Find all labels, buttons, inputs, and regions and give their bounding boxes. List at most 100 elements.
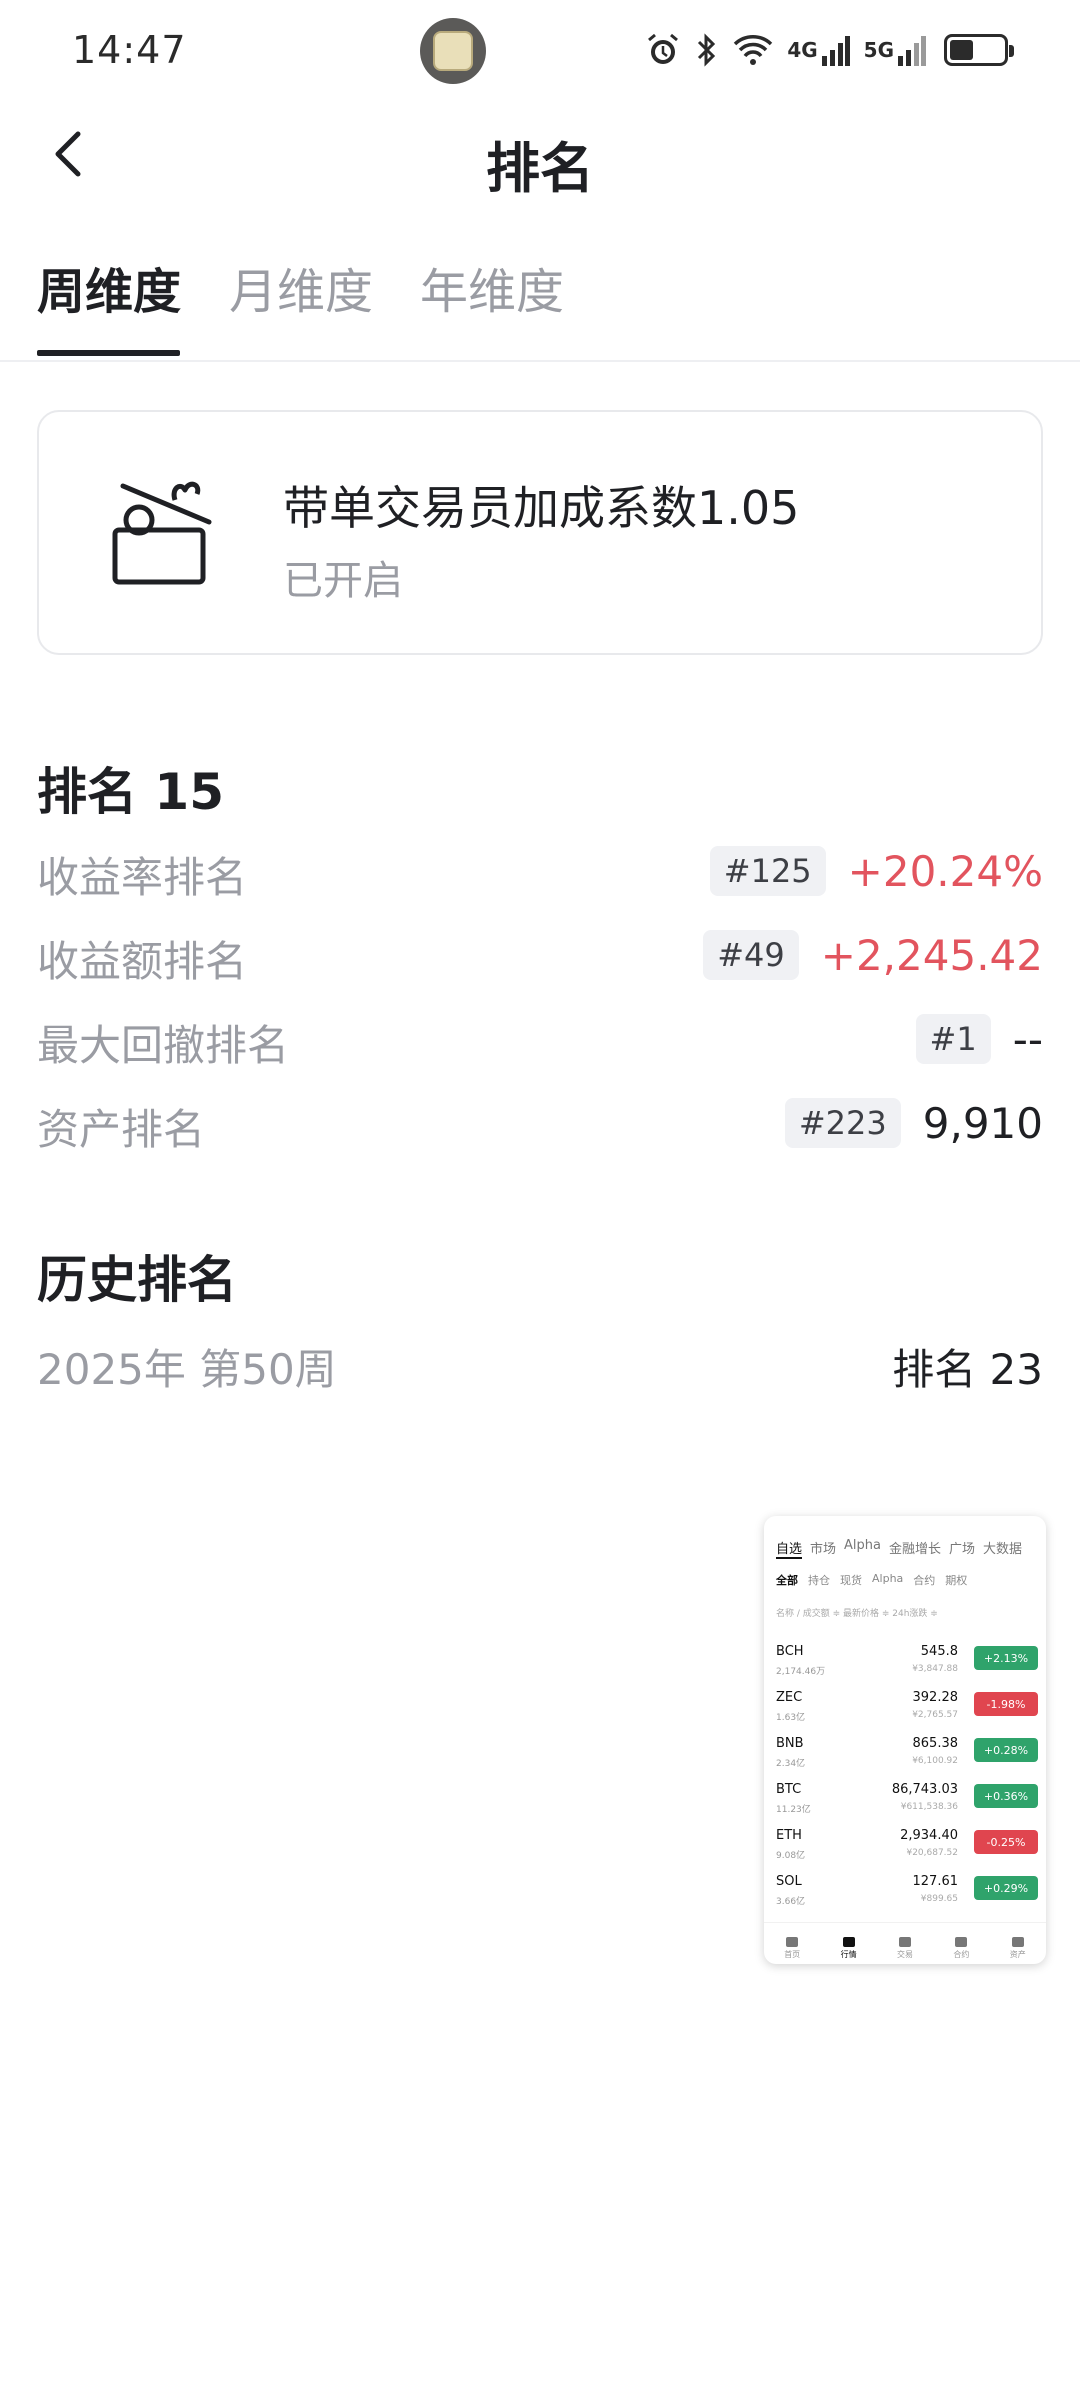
battery-icon [944,30,1014,70]
preview-symbol: BTC [776,1782,802,1797]
preview-price: 865.38 [912,1736,959,1751]
preview-volume: 11.23亿 [776,1805,811,1815]
page-title: 排名 [486,137,594,200]
preview-tab-label: 行情 [840,1950,857,1959]
preview-sub-item: 持仓 [808,1574,830,1587]
rank-badge: #49 [703,930,799,980]
tab-yearly[interactable]: 年维度 [420,252,564,322]
preview-symbol: BNB [776,1736,804,1751]
preview-cny: ¥6,100.92 [912,1756,958,1766]
preview-volume: 1.63亿 [776,1713,806,1723]
metric-value: 9,910 [922,1098,1043,1148]
status-icons: 4G 5G [645,30,1014,70]
preview-sub-item: 合约 [913,1574,936,1587]
preview-change: +0.29% [974,1876,1038,1900]
metric-row-return-amount: 收益额排名 #49 +2,245.42 [37,920,1043,990]
preview-tab-home: 首页 [784,1937,800,1960]
gift-box-icon [112,481,212,585]
preview-tab-label: 首页 [784,1950,801,1959]
rank-badge: #1 [915,1014,991,1064]
bonus-title: 带单交易员加成系数1.05 [283,481,800,535]
preview-nav-item: 市场 [810,1542,837,1557]
preview-nav-item: 大数据 [983,1542,1023,1557]
ranking-heading: 排名 15 [37,763,224,821]
preview-nav-item: 广场 [949,1542,976,1557]
preview-change: +2.13% [974,1646,1038,1670]
metric-label: 最大回撤排名 [37,1021,290,1070]
metric-value: -- [1012,1014,1043,1064]
preview-change: +0.36% [974,1784,1038,1808]
preview-symbol: SOL [776,1874,802,1889]
metric-row-max-drawdown: 最大回撤排名 #1 -- [37,1004,1043,1074]
nav-header: 排名 [0,100,1080,220]
signal-4g-icon: 4G [787,30,850,70]
history-heading: 历史排名 [37,1251,237,1309]
preview-symbol: ZEC [776,1690,803,1705]
app-notification-icon [420,18,486,84]
preview-symbol: ETH [776,1828,802,1843]
preview-table-header: 名称 / 成交额 ≑ 最新价格 ≑ 24h涨跌 ≑ [776,1609,938,1619]
bluetooth-icon [695,30,719,70]
metric-label: 收益额排名 [37,937,248,986]
preview-sub-nav: 全部 持仓 现货 Alpha 合约 期权 [776,1572,1038,1588]
rank-badge: #223 [784,1098,901,1148]
preview-row: BCH 2,174.46万 545.8 ¥3,847.88 +2.13% [776,1642,1038,1684]
floating-app-preview[interactable]: 自选 市场 Alpha 金融增长 广场 大数据 全部 持仓 现货 Alpha 合… [764,1516,1046,1964]
history-period: 2025年 第50周 [37,1345,337,1394]
active-tab-indicator [37,350,180,356]
preview-tab-label: 交易 [896,1950,913,1959]
wifi-icon [733,30,773,70]
preview-sub-item: 现货 [840,1574,862,1587]
preview-row: ETH 9.08亿 2,934.40 ¥20,687.52 -0.25% [776,1826,1038,1868]
tab-monthly[interactable]: 月维度 [229,252,373,322]
preview-sub-item: Alpha [872,1572,904,1585]
preview-volume: 2.34亿 [776,1759,806,1769]
preview-tab-label: 资产 [1009,1950,1026,1959]
preview-cny: ¥2,765.57 [912,1710,958,1720]
network-5g-label: 5G [863,38,894,62]
preview-nav-item: 金融增长 [889,1542,942,1557]
history-rank: 排名 23 [892,1345,1043,1394]
bonus-status: 已开启 [283,558,403,604]
preview-price: 545.8 [920,1644,958,1659]
preview-volume: 9.08亿 [776,1851,806,1861]
metric-label: 收益率排名 [37,853,248,902]
preview-change: -0.25% [974,1830,1038,1854]
preview-tab-trade: 交易 [897,1937,913,1960]
preview-tab-market: 行情 [841,1937,857,1960]
preview-cny: ¥20,687.52 [906,1848,958,1858]
rank-badge: #125 [709,846,826,896]
preview-cny: ¥899.65 [920,1894,958,1904]
preview-sub-item: 全部 [776,1574,798,1587]
history-row[interactable]: 2025年 第50周 排名 23 [37,1330,1043,1400]
alarm-icon [645,30,681,70]
preview-nav-item: Alpha [844,1538,881,1553]
preview-cny: ¥611,538.36 [900,1802,958,1812]
preview-nav-item: 自选 [776,1538,803,1559]
preview-price: 2,934.40 [900,1828,958,1843]
preview-price: 86,743.03 [891,1782,958,1797]
preview-price: 392.28 [912,1690,959,1705]
preview-top-nav: 自选 市场 Alpha 金融增长 广场 大数据 [776,1538,1038,1559]
preview-tabbar: 首页 行情 交易 合约 资产 [764,1922,1046,1964]
preview-change: -1.98% [974,1692,1038,1716]
tab-weekly[interactable]: 周维度 [37,252,181,322]
preview-change: +0.28% [974,1738,1038,1762]
status-bar: 14:47 4G 5G [0,0,1080,100]
metric-row-assets: 资产排名 #223 9,910 [37,1088,1043,1158]
signal-5g-icon: 5G [864,30,926,70]
preview-volume: 3.66亿 [776,1897,806,1907]
preview-row: BTC 11.23亿 86,743.03 ¥611,538.36 +0.36% [776,1780,1038,1822]
status-time: 14:47 [72,28,187,72]
metric-row-return-rate: 收益率排名 #125 +20.24% [37,836,1043,906]
preview-volume: 2,174.46万 [776,1667,826,1677]
metric-label: 资产排名 [37,1105,206,1154]
preview-row: SOL 3.66亿 127.61 ¥899.65 +0.29% [776,1872,1038,1914]
preview-tab-assets: 资产 [1010,1937,1026,1960]
preview-price: 127.61 [912,1874,959,1889]
network-4g-label: 4G [787,38,818,62]
preview-sub-item: 期权 [945,1574,968,1587]
preview-symbol: BCH [776,1644,804,1659]
preview-row: BNB 2.34亿 865.38 ¥6,100.92 +0.28% [776,1734,1038,1776]
preview-tab-futures: 合约 [953,1937,969,1960]
